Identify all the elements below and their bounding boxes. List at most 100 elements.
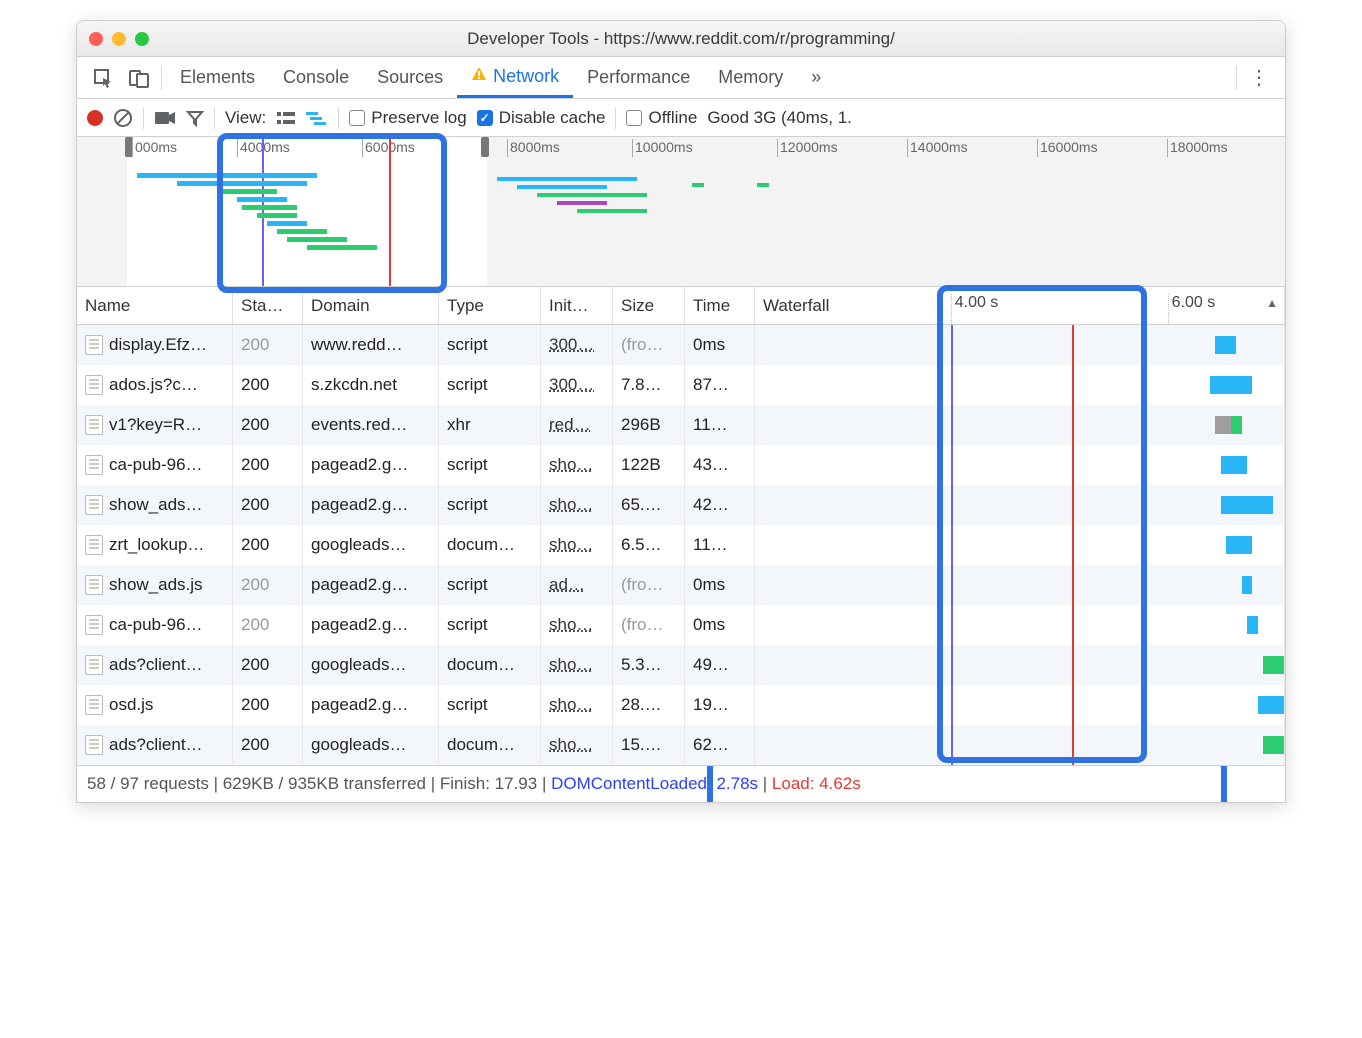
cell-name[interactable]: zrt_lookup… <box>77 525 233 565</box>
checkbox-icon[interactable] <box>349 110 365 126</box>
cell-name[interactable]: ados.js?c… <box>77 365 233 405</box>
tab-console[interactable]: Console <box>269 59 363 96</box>
minimize-icon[interactable] <box>112 32 126 46</box>
col-size[interactable]: Size <box>613 287 685 324</box>
cell-waterfall <box>755 525 1285 565</box>
cell-name[interactable]: osd.js <box>77 685 233 725</box>
cell-type: docum… <box>439 645 541 685</box>
waterfall-bar <box>1226 536 1252 554</box>
cell-initiator[interactable]: sho… <box>541 445 613 485</box>
record-button[interactable] <box>87 110 103 126</box>
offline-checkbox[interactable]: Offline <box>626 108 697 128</box>
device-icon[interactable] <box>121 62 157 94</box>
inspect-icon[interactable] <box>85 62 121 94</box>
table-row[interactable]: ca-pub-96…200pagead2.g…scriptsho…(fro…0m… <box>77 605 1285 645</box>
table-row[interactable]: show_ads…200pagead2.g…scriptsho…65.…42… <box>77 485 1285 525</box>
cell-size: 122B <box>613 445 685 485</box>
disable-cache-checkbox[interactable]: ✓Disable cache <box>477 108 606 128</box>
tab-performance[interactable]: Performance <box>573 59 704 96</box>
cell-initiator[interactable]: ad… <box>541 565 613 605</box>
waterfall-bar <box>1210 376 1252 394</box>
table-row[interactable]: ados.js?c…200s.zkcdn.netscript300…7.8…87… <box>77 365 1285 405</box>
cell-initiator[interactable]: sho… <box>541 485 613 525</box>
cell-waterfall <box>755 685 1285 725</box>
cell-name[interactable]: show_ads.js <box>77 565 233 605</box>
timeline-selection[interactable] <box>127 137 487 286</box>
cell-name[interactable]: ads?client… <box>77 645 233 685</box>
window-controls <box>89 32 149 46</box>
waterfall-bar <box>1215 416 1231 434</box>
cell-initiator[interactable]: 300… <box>541 325 613 365</box>
col-name[interactable]: Name <box>77 287 233 324</box>
timeline-ruler: 000ms4000ms6000ms8000ms10000ms12000ms140… <box>77 137 1285 157</box>
cell-name[interactable]: ca-pub-96… <box>77 445 233 485</box>
view-waterfall-icon[interactable] <box>306 111 328 125</box>
col-waterfall[interactable]: Waterfall 4.00 s 6.00 s ▲ <box>755 287 1285 324</box>
cell-domain: events.red… <box>303 405 439 445</box>
cell-name[interactable]: show_ads… <box>77 485 233 525</box>
col-initiator[interactable]: Init… <box>541 287 613 324</box>
table-row[interactable]: show_ads.js200pagead2.g…scriptad…(fro…0m… <box>77 565 1285 605</box>
zoom-icon[interactable] <box>135 32 149 46</box>
timeline-bar <box>277 229 327 234</box>
cell-initiator[interactable]: sho… <box>541 525 613 565</box>
table-row[interactable]: zrt_lookup…200googleads…docum…sho…6.5…11… <box>77 525 1285 565</box>
cell-status: 200 <box>233 445 303 485</box>
cell-initiator[interactable]: sho… <box>541 605 613 645</box>
cell-waterfall <box>755 645 1285 685</box>
dcl-line <box>951 645 953 685</box>
table-row[interactable]: ca-pub-96…200pagead2.g…scriptsho…122B43… <box>77 445 1285 485</box>
waterfall-bar <box>1221 496 1274 514</box>
table-row[interactable]: ads?client…200googleads…docum…sho…15.…62… <box>77 725 1285 765</box>
col-domain[interactable]: Domain <box>303 287 439 324</box>
cell-initiator[interactable]: sho… <box>541 645 613 685</box>
col-time[interactable]: Time <box>685 287 755 324</box>
tab-sources[interactable]: Sources <box>363 59 457 96</box>
timeline-bar <box>177 181 307 186</box>
table-row[interactable]: display.Efz…200www.redd…script300…(fro…0… <box>77 325 1285 365</box>
table-row[interactable]: osd.js200pagead2.g…scriptsho…28.…19… <box>77 685 1285 725</box>
divider <box>161 66 162 90</box>
table-row[interactable]: ads?client…200googleads…docum…sho…5.3…49… <box>77 645 1285 685</box>
checkbox-checked-icon[interactable]: ✓ <box>477 110 493 126</box>
throttle-select[interactable]: Good 3G (40ms, 1. <box>707 108 852 128</box>
load-line <box>1072 605 1074 645</box>
tab-elements[interactable]: Elements <box>166 59 269 96</box>
preserve-log-checkbox[interactable]: Preserve log <box>349 108 466 128</box>
kebab-icon[interactable]: ⋮ <box>1241 59 1277 96</box>
titlebar[interactable]: Developer Tools - https://www.reddit.com… <box>77 21 1285 57</box>
filter-icon[interactable] <box>186 109 204 127</box>
checkbox-icon[interactable] <box>626 110 642 126</box>
cell-time: 87… <box>685 365 755 405</box>
view-list-icon[interactable] <box>276 110 296 126</box>
cell-name[interactable]: v1?key=R… <box>77 405 233 445</box>
requests-count: 58 / 97 requests <box>87 774 209 793</box>
camera-icon[interactable] <box>154 110 176 126</box>
tab-network[interactable]: Network <box>457 58 573 98</box>
timeline-overview[interactable]: 000ms4000ms6000ms8000ms10000ms12000ms140… <box>77 137 1285 287</box>
cell-initiator[interactable]: sho… <box>541 685 613 725</box>
timeline-bar <box>497 177 637 181</box>
col-status[interactable]: Sta… <box>233 287 303 324</box>
clear-icon[interactable] <box>113 108 133 128</box>
tab-memory[interactable]: Memory <box>704 59 797 96</box>
more-tabs[interactable]: » <box>797 59 835 96</box>
file-icon <box>85 535 103 555</box>
table-header: Name Sta… Domain Type Init… Size Time Wa… <box>77 287 1285 325</box>
cell-initiator[interactable]: sho… <box>541 725 613 765</box>
cell-name[interactable]: ca-pub-96… <box>77 605 233 645</box>
file-icon <box>85 455 103 475</box>
cell-time: 62… <box>685 725 755 765</box>
cell-initiator[interactable]: red… <box>541 405 613 445</box>
cell-waterfall <box>755 405 1285 445</box>
load-time: Load: 4.62s <box>772 774 861 793</box>
col-type[interactable]: Type <box>439 287 541 324</box>
close-icon[interactable] <box>89 32 103 46</box>
cell-initiator[interactable]: 300… <box>541 365 613 405</box>
table-row[interactable]: v1?key=R…200events.red…xhrred…296B11… <box>77 405 1285 445</box>
cell-time: 0ms <box>685 325 755 365</box>
cell-name[interactable]: display.Efz… <box>77 325 233 365</box>
cell-domain: googleads… <box>303 525 439 565</box>
cell-name[interactable]: ads?client… <box>77 725 233 765</box>
timeline-bar <box>517 185 607 189</box>
